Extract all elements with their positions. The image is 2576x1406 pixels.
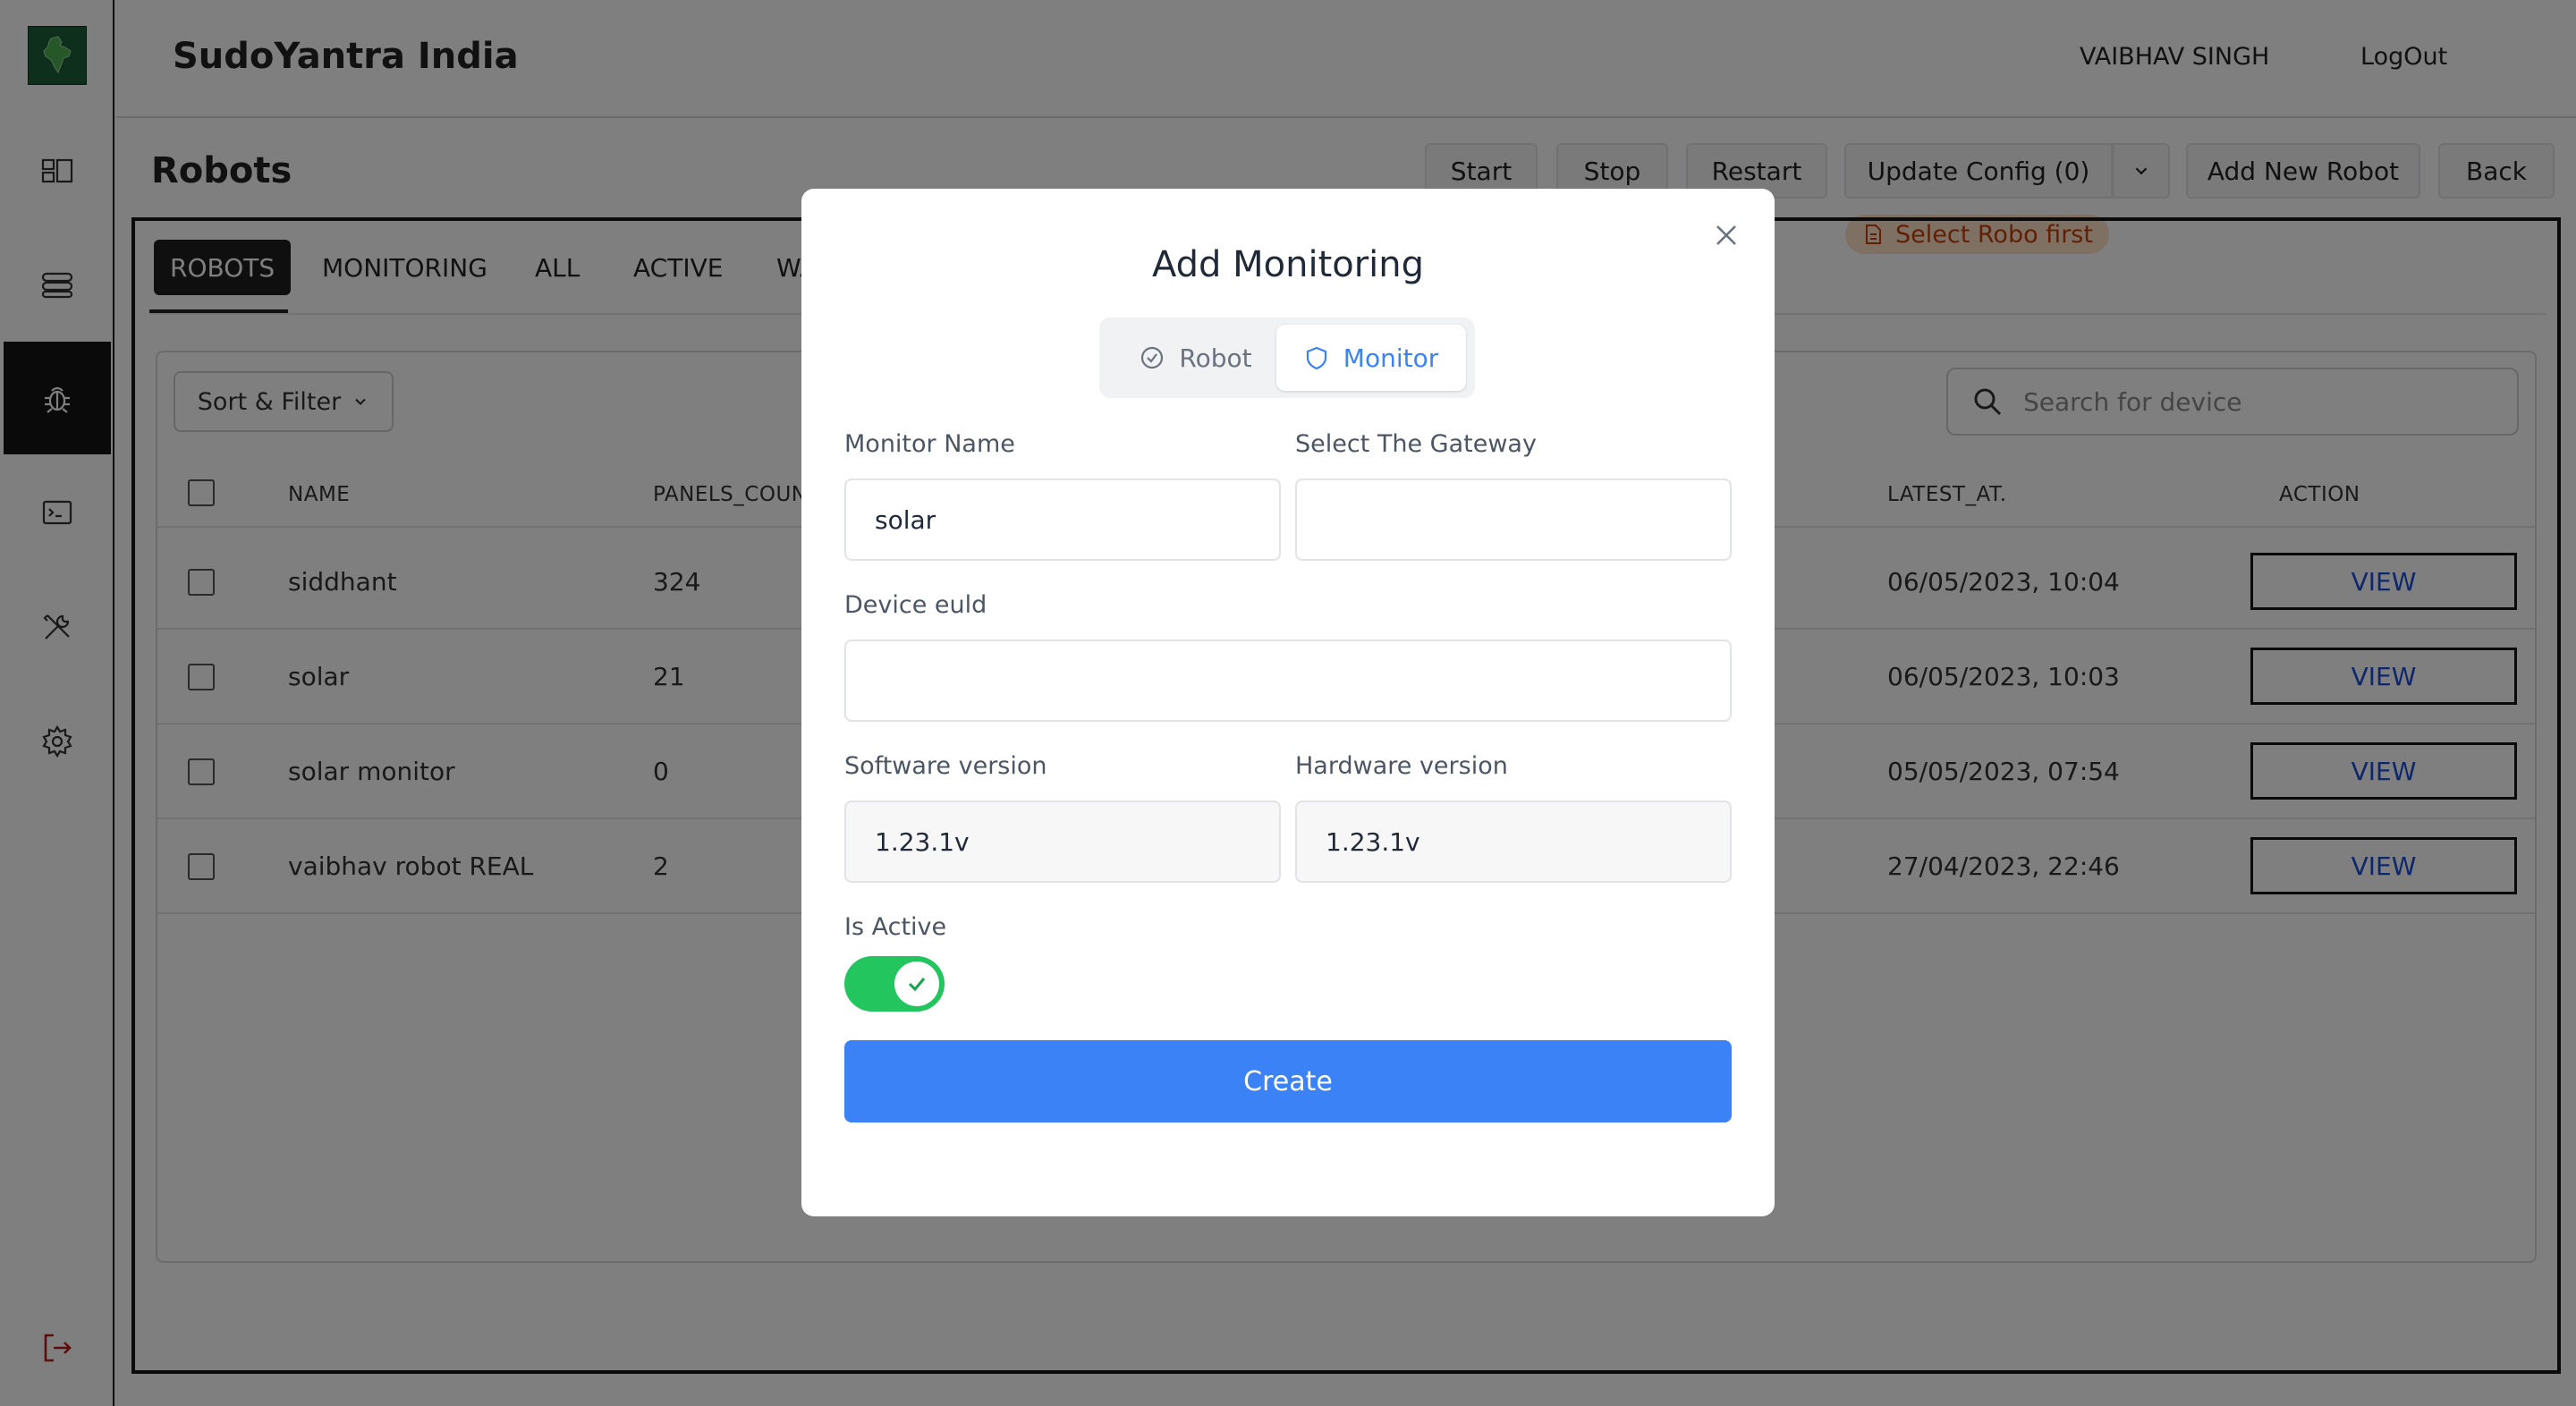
is-active-toggle[interactable]	[844, 956, 945, 1012]
monitor-name-input[interactable]: solar	[844, 479, 1281, 561]
toggle-knob	[894, 961, 939, 1006]
device-euid-label: Device euld	[844, 591, 987, 619]
create-button[interactable]: Create	[844, 1040, 1732, 1122]
segment-monitor[interactable]: Monitor	[1276, 325, 1466, 391]
hardware-version-label: Hardware version	[1295, 752, 1508, 780]
gateway-label: Select The Gateway	[1295, 430, 1537, 458]
check-icon	[908, 978, 926, 992]
is-active-label: Is Active	[844, 913, 947, 941]
device-euid-input[interactable]	[844, 639, 1732, 722]
segment-monitor-label: Monitor	[1343, 343, 1439, 373]
hardware-version-input[interactable]: 1.23.1v	[1295, 800, 1732, 883]
software-version-input[interactable]: 1.23.1v	[844, 800, 1281, 883]
gateway-select[interactable]	[1295, 479, 1732, 561]
segment-robot[interactable]: Robot	[1108, 325, 1284, 391]
segment-robot-label: Robot	[1179, 343, 1252, 373]
close-icon	[1716, 225, 1736, 245]
software-version-label: Software version	[844, 752, 1047, 780]
close-button[interactable]	[1710, 219, 1742, 251]
shield-icon	[1306, 346, 1326, 370]
mode-switch: Robot Monitor	[1099, 318, 1475, 398]
check-circle-icon	[1141, 346, 1164, 369]
monitor-name-label: Monitor Name	[844, 430, 1015, 458]
add-monitoring-modal: Add Monitoring Robot Monitor Monitor Nam…	[801, 189, 1775, 1216]
modal-title: Add Monitoring	[1151, 244, 1425, 285]
